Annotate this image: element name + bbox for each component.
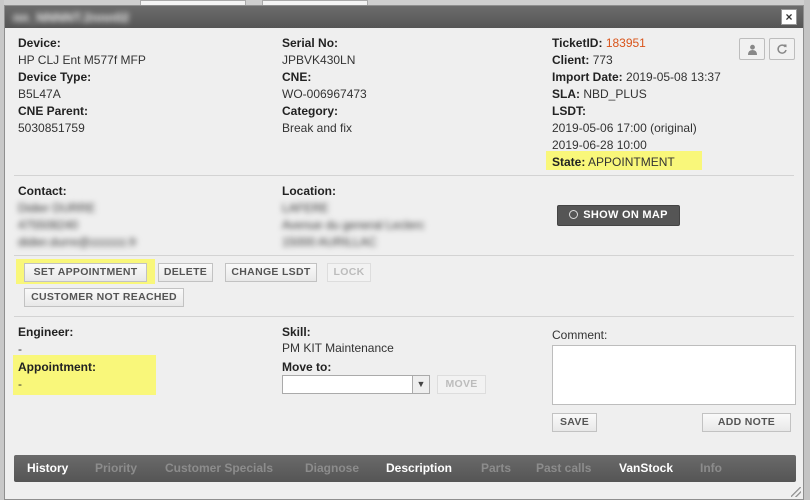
- show-on-map-button[interactable]: SHOW ON MAP: [557, 205, 680, 226]
- dialog-title: nn_NNNNT.2nnn02: [13, 10, 130, 25]
- lock-button[interactable]: LOCK: [327, 263, 371, 282]
- close-button[interactable]: ×: [781, 9, 797, 25]
- import-date-label: Import Date:: [552, 70, 623, 84]
- user-icon: [747, 44, 757, 55]
- refresh-icon: [777, 44, 787, 54]
- move-to-label: Move to:: [282, 360, 332, 374]
- appointment-label: Appointment:: [18, 360, 96, 374]
- contact-email: didier.durre@zzzzzz.fr: [18, 235, 137, 249]
- assign-user-button[interactable]: [739, 38, 765, 60]
- state-row: State: APPOINTMENT: [552, 155, 675, 169]
- close-icon: ×: [785, 10, 793, 24]
- resize-handle[interactable]: [791, 487, 801, 497]
- sla-label: SLA:: [552, 87, 580, 101]
- location-city: 15000 AURILLAC: [282, 235, 377, 249]
- tab-vanstock[interactable]: VanStock: [619, 461, 673, 475]
- ticket-id-label: TicketID:: [552, 36, 603, 50]
- skill-value: PM KIT Maintenance: [282, 341, 394, 355]
- contact-label: Contact:: [18, 184, 67, 198]
- ticket-id-value[interactable]: 183951: [606, 36, 646, 50]
- tab-description[interactable]: Description: [386, 461, 452, 475]
- contact-name: Didier DURRE: [18, 201, 96, 215]
- client-row: Client: 773: [552, 53, 613, 67]
- cne-value: WO-006967473: [282, 87, 367, 101]
- state-label: State:: [552, 155, 586, 169]
- show-on-map-label: SHOW ON MAP: [583, 209, 668, 221]
- save-button[interactable]: SAVE: [552, 413, 597, 432]
- delete-button[interactable]: DELETE: [158, 263, 213, 282]
- contact-phone: 475508240: [18, 218, 79, 232]
- tab-history[interactable]: History: [27, 461, 68, 475]
- state-value: APPOINTMENT: [588, 155, 675, 169]
- customer-not-reached-button[interactable]: CUSTOMER NOT REACHED: [24, 288, 184, 307]
- ticket-id-row: TicketID: 183951: [552, 36, 646, 50]
- lsdt-current-value: 2019-06-28 10:00: [552, 138, 647, 152]
- comment-textarea[interactable]: [552, 345, 796, 405]
- category-value: Break and fix: [282, 121, 353, 135]
- engineer-label: Engineer:: [18, 325, 74, 339]
- refresh-button[interactable]: [769, 38, 795, 60]
- section-divider: [14, 316, 794, 317]
- cne-parent-value: 5030851759: [18, 121, 85, 135]
- tab-info[interactable]: Info: [700, 461, 722, 475]
- background-page-right: [804, 0, 810, 500]
- add-note-button[interactable]: ADD NOTE: [702, 413, 791, 432]
- comment-label: Comment:: [552, 328, 608, 342]
- move-to-select[interactable]: ▼: [282, 375, 430, 394]
- cne-label: CNE:: [282, 70, 312, 84]
- import-date-value: 2019-05-08 13:37: [626, 70, 721, 84]
- device-value: HP CLJ Ent M577f MFP: [18, 53, 146, 67]
- change-lsdt-button[interactable]: CHANGE LSDT: [225, 263, 317, 282]
- ticket-dialog: nn_NNNNT.2nnn02 × Device: HP CLJ Ent M57…: [4, 5, 804, 500]
- category-label: Category:: [282, 104, 339, 118]
- skill-label: Skill:: [282, 325, 311, 339]
- sla-row: SLA: NBD_PLUS: [552, 87, 647, 101]
- serial-value: JPBVK430LN: [282, 53, 356, 67]
- tab-parts[interactable]: Parts: [481, 461, 511, 475]
- map-pin-icon: [569, 210, 579, 219]
- client-label: Client:: [552, 53, 590, 67]
- tab-customer-specials[interactable]: Customer Specials: [165, 461, 273, 475]
- serial-label: Serial No:: [282, 36, 339, 50]
- location-name: LAFERE: [282, 201, 329, 215]
- sla-value: NBD_PLUS: [583, 87, 647, 101]
- chevron-down-icon[interactable]: ▼: [412, 376, 429, 393]
- move-button[interactable]: MOVE: [437, 375, 486, 394]
- lsdt-label: LSDT:: [552, 104, 586, 118]
- dialog-titlebar[interactable]: nn_NNNNT.2nnn02 ×: [5, 6, 803, 28]
- tab-diagnose[interactable]: Diagnose: [305, 461, 359, 475]
- tab-bar: History Priority Customer Specials Diagn…: [14, 455, 796, 482]
- lsdt-original-value: 2019-05-06 17:00 (original): [552, 121, 697, 135]
- section-divider: [14, 175, 794, 176]
- device-label: Device:: [18, 36, 61, 50]
- tab-past-calls[interactable]: Past calls: [536, 461, 591, 475]
- appointment-value: -: [18, 377, 22, 391]
- tab-priority[interactable]: Priority: [95, 461, 137, 475]
- section-divider: [14, 255, 794, 256]
- engineer-value: -: [18, 342, 22, 356]
- cne-parent-label: CNE Parent:: [18, 104, 89, 118]
- location-street: Avenue du general Leclerc: [282, 218, 425, 232]
- device-type-value: B5L47A: [18, 87, 61, 101]
- import-date-row: Import Date: 2019-05-08 13:37: [552, 70, 721, 84]
- client-value: 773: [592, 53, 613, 67]
- device-type-label: Device Type:: [18, 70, 92, 84]
- location-label: Location:: [282, 184, 336, 198]
- set-appointment-button[interactable]: SET APPOINTMENT: [24, 263, 147, 282]
